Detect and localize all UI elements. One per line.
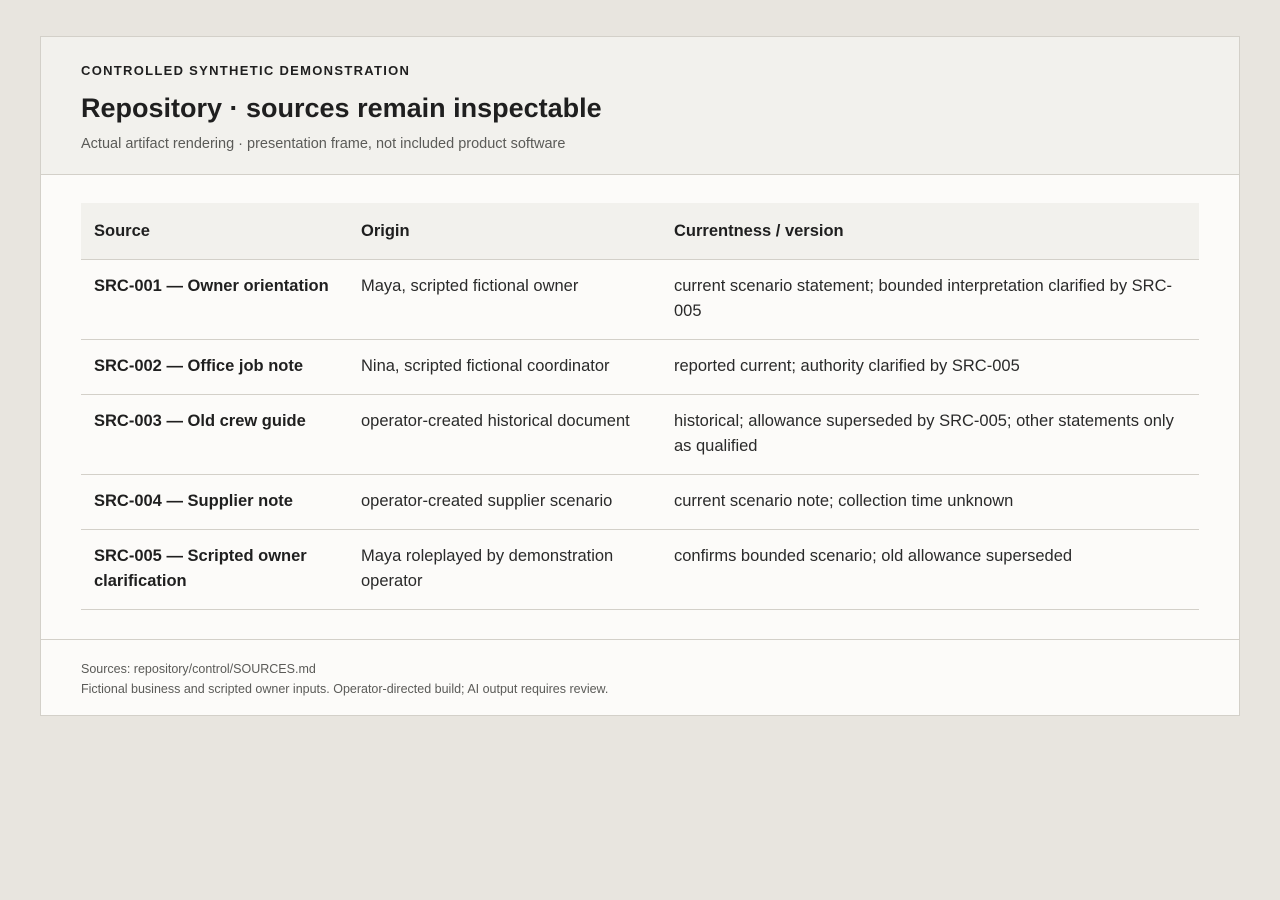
table-row: SRC-005 — Scripted owner clarification M… (81, 529, 1199, 610)
disclaimer-note: Fictional business and scripted owner in… (81, 682, 609, 696)
table-row: SRC-001 — Owner orientation Maya, script… (81, 259, 1199, 340)
table-header-row: Source Origin Currentness / version (81, 203, 1199, 260)
table-row: SRC-004 — Supplier note operator-created… (81, 474, 1199, 530)
origin-cell: operator-created historical document (348, 394, 661, 475)
table-row: SRC-002 — Office job note Nina, scripted… (81, 339, 1199, 395)
page-subtitle: Actual artifact rendering · presentation… (81, 136, 566, 152)
currentness-cell: current scenario statement; bounded inte… (661, 259, 1199, 340)
table-body: SRC-001 — Owner orientation Maya, script… (81, 259, 1199, 610)
sources-table: Source Origin Currentness / version SRC-… (81, 203, 1199, 610)
currentness-cell: reported current; authority clarified by… (661, 339, 1199, 395)
origin-cell: Maya roleplayed by demonstration operato… (348, 529, 661, 610)
origin-cell: operator-created supplier scenario (348, 474, 661, 530)
sources-table-container: Source Origin Currentness / version SRC-… (41, 175, 1239, 610)
origin-cell: Nina, scripted fictional coordinator (348, 339, 661, 395)
currentness-cell: confirms bounded scenario; old allowance… (661, 529, 1199, 610)
sources-path-note: Sources: repository/control/SOURCES.md (81, 662, 316, 676)
frame-footer: Sources: repository/control/SOURCES.md F… (41, 639, 1239, 715)
source-cell: SRC-003 — Old crew guide (81, 394, 348, 475)
source-cell: SRC-001 — Owner orientation (81, 259, 348, 340)
source-cell: SRC-005 — Scripted owner clarification (81, 529, 348, 610)
eyebrow-label: CONTROLLED SYNTHETIC DEMONSTRATION (81, 63, 411, 78)
page-title: Repository · sources remain inspectable (81, 93, 602, 123)
currentness-cell: historical; allowance superseded by SRC-… (661, 394, 1199, 475)
column-header-source: Source (81, 203, 348, 260)
source-cell: SRC-002 — Office job note (81, 339, 348, 395)
currentness-cell: current scenario note; collection time u… (661, 474, 1199, 530)
column-header-origin: Origin (348, 203, 661, 260)
table-row: SRC-003 — Old crew guide operator-create… (81, 394, 1199, 475)
source-cell: SRC-004 — Supplier note (81, 474, 348, 530)
table-header: Source Origin Currentness / version (81, 203, 1199, 260)
origin-cell: Maya, scripted fictional owner (348, 259, 661, 340)
presentation-frame: CONTROLLED SYNTHETIC DEMONSTRATION Repos… (40, 36, 1240, 716)
frame-header: CONTROLLED SYNTHETIC DEMONSTRATION Repos… (41, 37, 1239, 175)
column-header-currentness: Currentness / version (661, 203, 1199, 260)
